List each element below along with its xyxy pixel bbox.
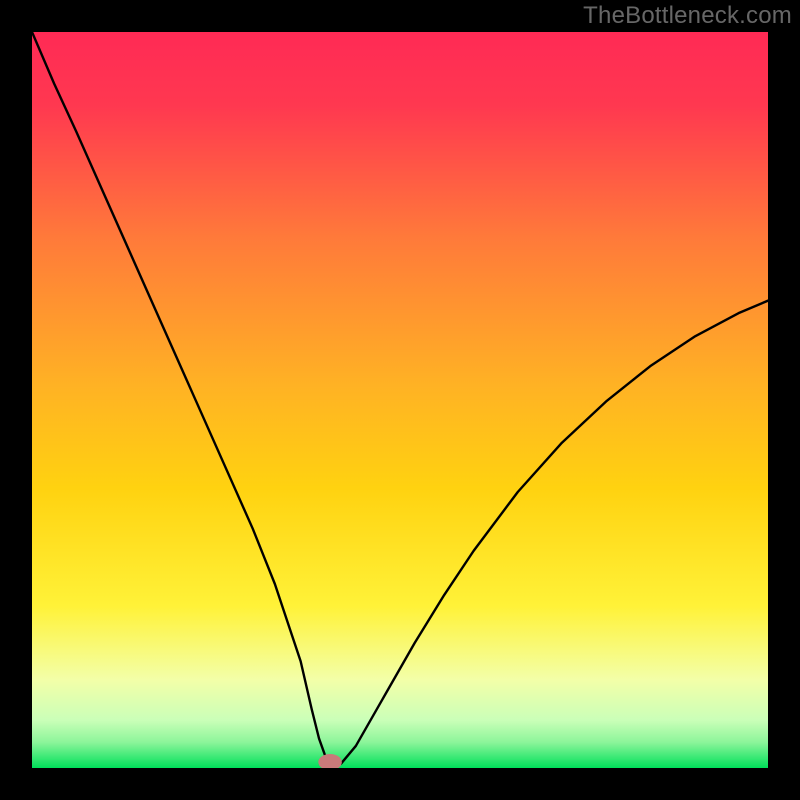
frame-top xyxy=(0,0,800,32)
frame-right xyxy=(768,0,800,800)
bottleneck-chart: TheBottleneck.com xyxy=(0,0,800,800)
frame-bottom xyxy=(0,768,800,800)
plot-area xyxy=(32,32,768,770)
gradient-background xyxy=(32,32,768,768)
minimum-marker xyxy=(318,754,342,770)
chart-svg xyxy=(0,0,800,800)
frame-left xyxy=(0,0,32,800)
